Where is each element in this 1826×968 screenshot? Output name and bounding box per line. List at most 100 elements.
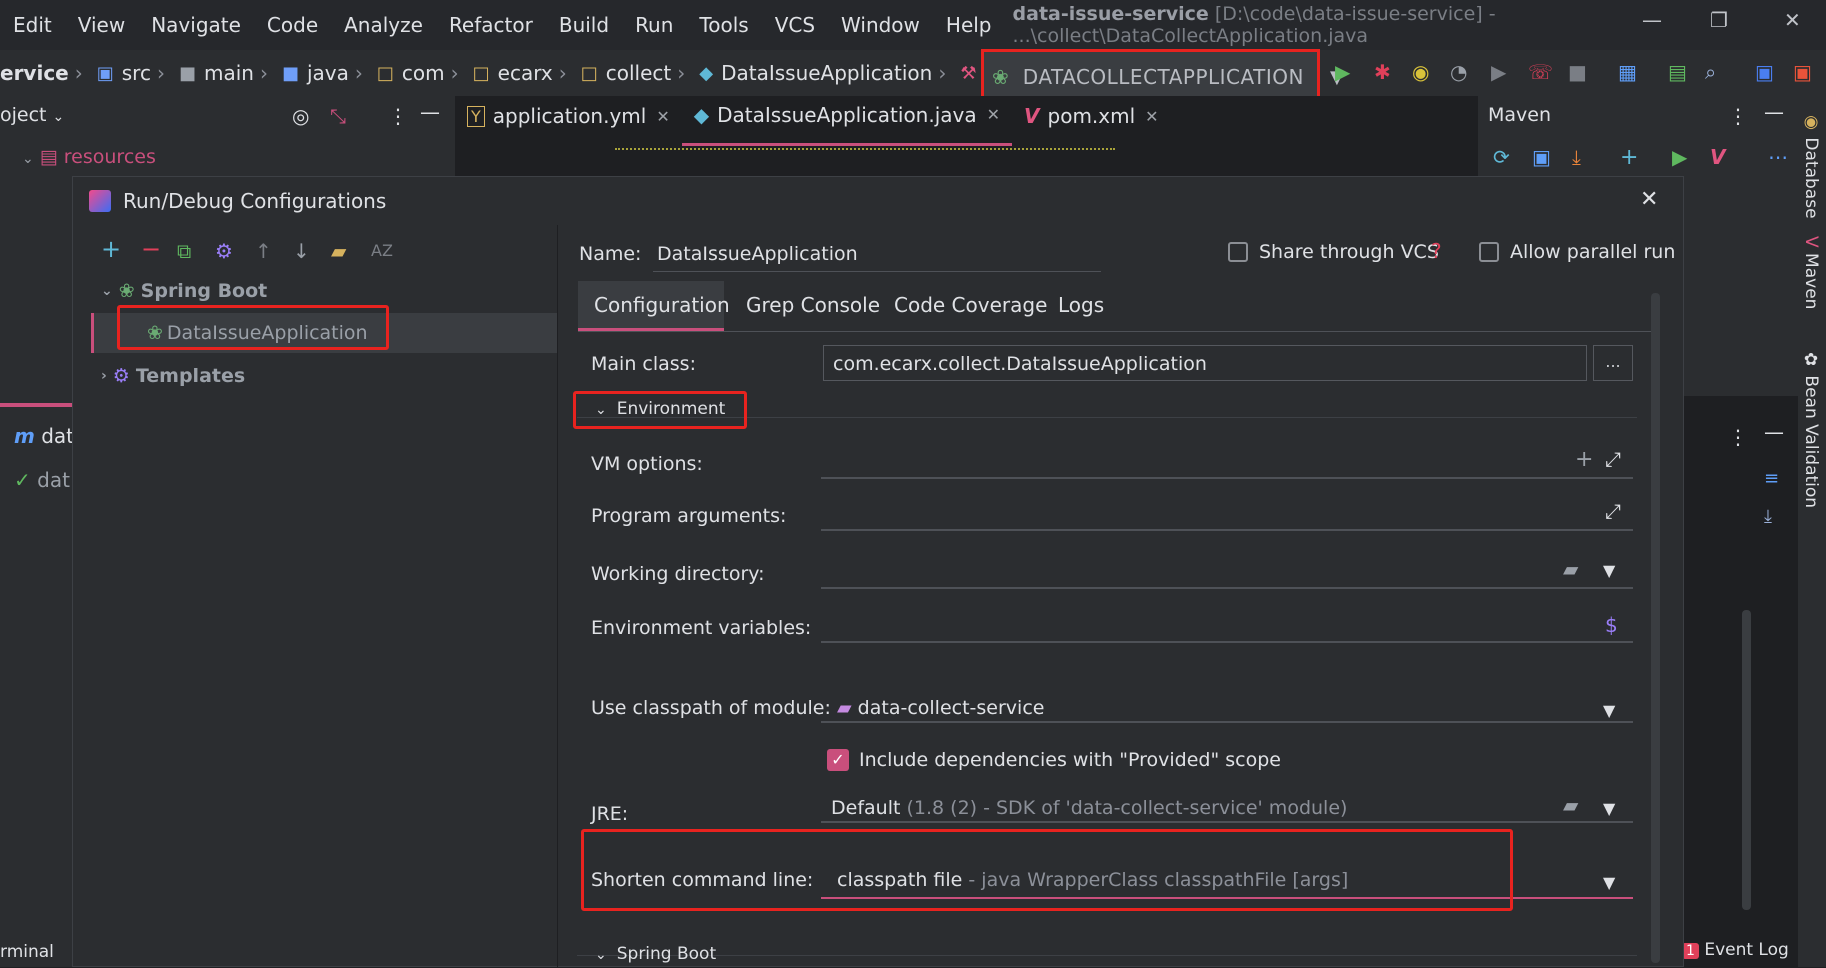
vm-options-input[interactable]: [821, 443, 1633, 479]
google-icon[interactable]: ▣: [1793, 60, 1812, 84]
add-icon[interactable]: +: [1575, 447, 1593, 472]
crumb-main[interactable]: ■ main: [167, 61, 254, 85]
tab-dataissueapplication-java[interactable]: ◆ DataIssueApplication.java ✕: [681, 96, 1013, 146]
run-icon[interactable]: ▶: [1672, 145, 1687, 169]
folder-icon[interactable]: ▰: [1563, 557, 1578, 581]
spring-boot-section-toggle[interactable]: ⌄ Spring Boot: [595, 944, 716, 964]
event-log[interactable]: 1 Event Log: [1682, 940, 1789, 960]
crumb-collect[interactable]: □ collect: [569, 61, 672, 85]
include-deps-checkbox[interactable]: ✓: [827, 749, 849, 771]
run-disabled-icon[interactable]: ▶: [1491, 60, 1506, 84]
hide-icon[interactable]: —: [420, 100, 440, 124]
side-tab-bean-validation[interactable]: ✿ Bean Validation: [1801, 350, 1821, 508]
chevron-down-icon[interactable]: ▼: [1603, 873, 1615, 892]
help-icon[interactable]: ?: [1431, 239, 1442, 263]
project-title[interactable]: oject ⌄: [0, 104, 64, 126]
working-dir-input[interactable]: [821, 553, 1633, 589]
menu-run[interactable]: Run: [622, 13, 686, 37]
folder-icon[interactable]: ▰: [1563, 793, 1578, 817]
remove-config-icon[interactable]: −: [141, 235, 161, 263]
dollar-icon[interactable]: $: [1605, 613, 1618, 637]
menu-analyze[interactable]: Analyze: [331, 13, 436, 37]
allow-parallel-checkbox[interactable]: [1479, 242, 1499, 262]
maven-v-icon[interactable]: V: [1710, 145, 1725, 169]
more-horizontal-icon[interactable]: ⋯: [1768, 145, 1788, 169]
crumb-project[interactable]: ervice: [0, 61, 69, 85]
sort-icon[interactable]: AZ: [371, 241, 393, 260]
tab-pom-xml[interactable]: Vpom.xml ✕: [1012, 96, 1171, 146]
hide-icon[interactable]: —: [1764, 100, 1784, 124]
hammer-icon[interactable]: ⚒: [948, 63, 984, 84]
move-down-icon[interactable]: ↓: [293, 239, 310, 263]
scroll-end-icon[interactable]: ⤓: [1764, 506, 1772, 527]
menu-help[interactable]: Help: [933, 13, 1005, 37]
side-tab-database[interactable]: ◉ Database: [1801, 112, 1821, 219]
tab-grep-console[interactable]: Grep Console: [746, 293, 880, 317]
copy-config-icon[interactable]: ⧉: [177, 239, 191, 263]
browse-main-class-button[interactable]: ...: [1593, 345, 1633, 381]
run-coverage-icon[interactable]: ◉: [1412, 60, 1429, 84]
move-up-icon[interactable]: ↑: [255, 239, 272, 263]
chevron-down-icon[interactable]: ▼: [1603, 561, 1615, 580]
crumb-ecarx[interactable]: □ ecarx: [461, 61, 553, 85]
env-vars-input[interactable]: [821, 607, 1633, 643]
minimize-icon[interactable]: —: [1642, 8, 1662, 32]
restore-icon[interactable]: ❐: [1710, 8, 1728, 32]
run-item[interactable]: ✓ dat: [14, 468, 70, 492]
crumb-class[interactable]: ◆ DataIssueApplication: [687, 61, 932, 85]
tab-configuration[interactable]: Configuration: [594, 293, 730, 317]
tab-logs[interactable]: Logs: [1058, 293, 1104, 317]
close-icon[interactable]: ✕: [656, 107, 669, 126]
expand-icon[interactable]: ⤢: [1605, 447, 1621, 471]
tab-code-coverage[interactable]: Code Coverage: [894, 293, 1047, 317]
side-tab-maven[interactable]: V Maven: [1801, 236, 1821, 309]
tree-resources[interactable]: ⌄ ▤ resources: [22, 146, 156, 168]
run-icon[interactable]: ▶: [1335, 60, 1350, 84]
close-icon[interactable]: ✕: [987, 105, 1000, 124]
menu-view[interactable]: View: [65, 13, 138, 37]
menu-window[interactable]: Window: [828, 13, 933, 37]
more-icon[interactable]: ⋮: [1728, 104, 1748, 128]
menu-build[interactable]: Build: [546, 13, 622, 37]
maven-item[interactable]: m dat: [14, 424, 74, 448]
close-icon[interactable]: ✕: [1145, 107, 1158, 126]
translate-icon[interactable]: ▣: [1755, 60, 1774, 84]
target-icon[interactable]: ◎: [292, 104, 309, 128]
crumb-java[interactable]: ■ java: [270, 61, 349, 85]
menu-refactor[interactable]: Refactor: [436, 13, 546, 37]
expand-icon[interactable]: ⤢: [1605, 499, 1621, 523]
add-icon[interactable]: +: [1620, 145, 1638, 170]
tree-spring-boot[interactable]: ⌄ ❀ Spring Boot: [101, 280, 267, 302]
add-folder-icon[interactable]: ▣: [1532, 145, 1551, 169]
close-dialog-icon[interactable]: ✕: [1640, 187, 1658, 212]
share-vcs-checkbox[interactable]: [1228, 242, 1248, 262]
new-folder-icon[interactable]: ▰: [331, 239, 346, 263]
chevron-down-icon[interactable]: ▼: [1603, 799, 1615, 818]
more-icon[interactable]: ⋮: [1728, 425, 1748, 449]
menu-vcs[interactable]: VCS: [762, 13, 828, 37]
terminal-icon[interactable]: ▤: [1668, 60, 1687, 84]
crumb-src[interactable]: ▣ src: [85, 61, 151, 85]
chevron-down-icon[interactable]: ▼: [1603, 701, 1615, 720]
hide-icon[interactable]: —: [1764, 420, 1784, 444]
close-window-icon[interactable]: ✕: [1784, 8, 1801, 32]
program-args-input[interactable]: [821, 495, 1633, 531]
menu-navigate[interactable]: Navigate: [138, 13, 254, 37]
form-scrollbar[interactable]: [1651, 293, 1660, 963]
tab-application-yml[interactable]: Yapplication.yml ✕: [455, 96, 682, 146]
menu-tools[interactable]: Tools: [686, 13, 761, 37]
name-input[interactable]: DataIssueApplication: [657, 243, 858, 265]
editor-scrollbar[interactable]: [1742, 610, 1751, 910]
settings-icon[interactable]: ⚙: [215, 239, 233, 263]
profiler-icon[interactable]: ◔: [1450, 60, 1467, 84]
more-icon[interactable]: ⋮: [388, 104, 408, 128]
reload-icon[interactable]: ⟳: [1493, 145, 1510, 169]
wrap-icon[interactable]: ≡: [1764, 468, 1779, 489]
collapse-icon[interactable]: ⤡: [330, 104, 346, 128]
search-icon[interactable]: ⌕: [1705, 60, 1716, 84]
attach-icon[interactable]: ☏: [1528, 60, 1553, 84]
menu-edit[interactable]: Edit: [0, 13, 65, 37]
stop-icon[interactable]: ■: [1568, 60, 1587, 84]
terminal-tab[interactable]: rminal: [0, 942, 54, 962]
menu-code[interactable]: Code: [254, 13, 331, 37]
